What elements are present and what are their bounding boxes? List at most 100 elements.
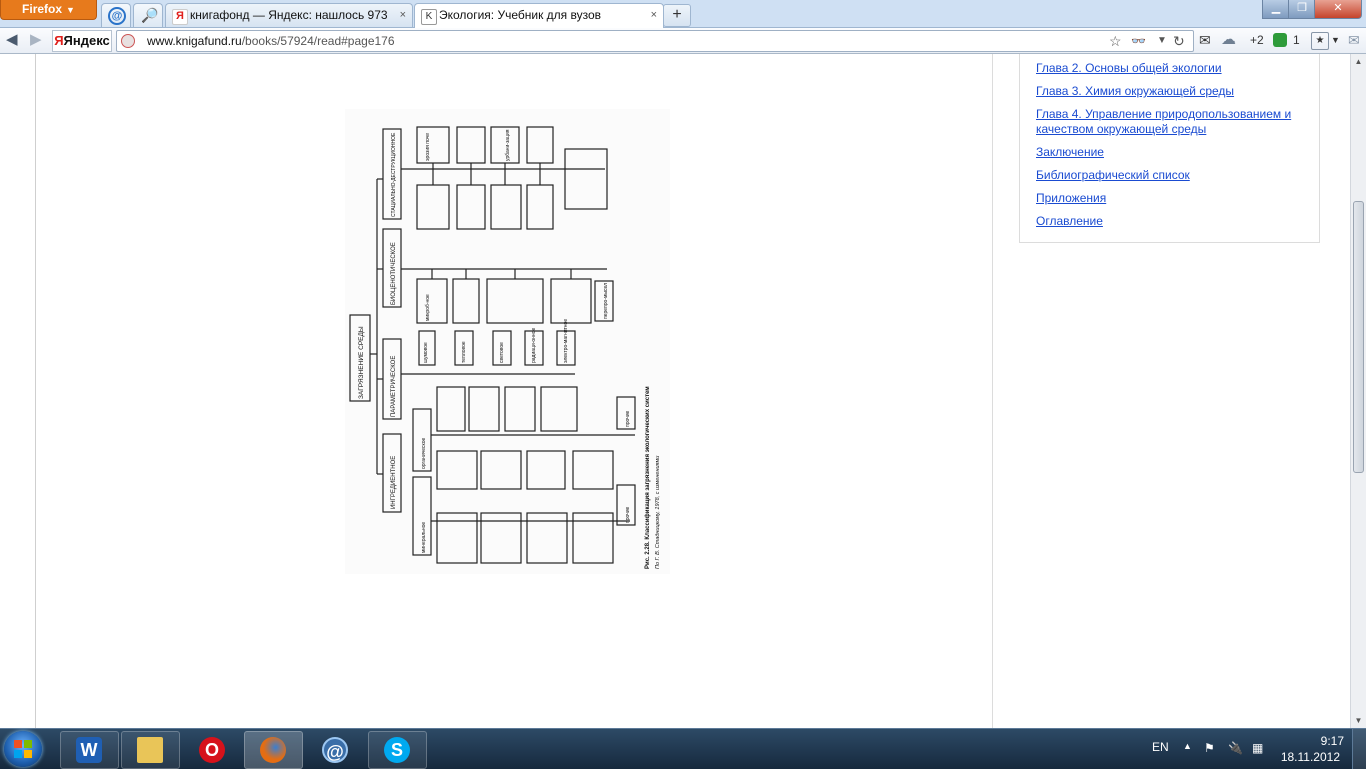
app-tab-search[interactable]: 🔎 bbox=[133, 3, 163, 27]
keyboard-language[interactable]: EN bbox=[1152, 740, 1169, 754]
weather-temperature[interactable]: +2 bbox=[1250, 31, 1264, 49]
toc-link-conclusion[interactable]: Заключение bbox=[1036, 145, 1311, 160]
table-of-contents-panel: Глава 2. Основы общей экологии Глава 3. … bbox=[1019, 54, 1320, 243]
reader-left-border bbox=[35, 54, 36, 728]
folder-icon bbox=[137, 737, 163, 763]
page-content: ЗАГРЯЗНЕНИЕ СРЕДЫ ИНГРЕДИЕНТНОЕ ПАРАМЕТР… bbox=[0, 54, 1350, 728]
url-domain: www.knigafund.ru bbox=[147, 34, 242, 48]
clock-time[interactable]: 9:17 bbox=[1284, 734, 1344, 749]
yandex-bar-label: Яндекс bbox=[63, 33, 110, 48]
url-path: /books/57924/read#page176 bbox=[241, 34, 395, 48]
taskbar-app-browser[interactable]: @ bbox=[306, 731, 365, 769]
minimize-button[interactable]: ▁ bbox=[1262, 0, 1290, 19]
scroll-down-arrow-icon[interactable]: ▼ bbox=[1351, 713, 1366, 728]
scrollbar-thumb[interactable] bbox=[1353, 201, 1364, 473]
navigation-toolbar: ◀ ▶ ЯЯндекс www.knigafund.ru/books/57924… bbox=[0, 28, 1366, 54]
windows-taskbar: W O @ S EN ▲ ⚑ 🔌 ▦ 9:17 18.11.2012 bbox=[0, 728, 1366, 769]
diagram-branch-label: ПАРАМЕТРИЧЕСКОЕ bbox=[391, 356, 397, 417]
back-arrow-icon[interactable]: ◀ bbox=[6, 31, 18, 49]
book-favicon-icon: K bbox=[421, 9, 437, 25]
book-page-scan: ЗАГРЯЗНЕНИЕ СРЕДЫ ИНГРЕДИЕНТНОЕ ПАРАМЕТР… bbox=[345, 109, 670, 574]
skype-icon: S bbox=[384, 737, 410, 763]
clock-date[interactable]: 18.11.2012 bbox=[1270, 750, 1340, 765]
url-text[interactable]: www.knigafund.ru/books/57924/read#page17… bbox=[147, 31, 395, 51]
browser-titlebar: Firefox ▼ @ 🔎 Я книгафонд — Яндекс: нашло… bbox=[0, 0, 1366, 28]
chevron-down-icon[interactable]: ▼ bbox=[1331, 31, 1340, 49]
tab-yandex-search[interactable]: Я книгафонд — Яндекс: нашлось 973 ... × bbox=[165, 3, 413, 27]
firefox-icon bbox=[260, 737, 286, 763]
tab-title: книгафонд — Яндекс: нашлось 973 ... bbox=[190, 8, 390, 22]
diagram-leaf-label: электро-магнитное bbox=[563, 319, 569, 363]
mail-toolbar-icon[interactable]: ✉ bbox=[1348, 31, 1360, 49]
address-bar[interactable]: www.knigafund.ru/books/57924/read#page17… bbox=[116, 30, 1194, 52]
toc-link-bibliography[interactable]: Библиографический список bbox=[1036, 168, 1311, 183]
new-tab-button[interactable]: + bbox=[663, 4, 691, 27]
start-button[interactable] bbox=[4, 731, 42, 767]
diagram-leaf-label: эрозия почв bbox=[425, 133, 431, 161]
notification-count[interactable]: 1 bbox=[1293, 31, 1300, 49]
scroll-up-arrow-icon[interactable]: ▲ bbox=[1351, 54, 1366, 69]
diagram-leaf-label: микроб-ное bbox=[425, 294, 431, 321]
glasses-icon[interactable]: 👓 bbox=[1131, 32, 1146, 50]
reload-icon[interactable]: ↻ bbox=[1173, 32, 1185, 50]
mail-envelope-icon[interactable]: ✉ bbox=[1199, 31, 1211, 49]
diagram-sublabel: органическое bbox=[421, 437, 427, 469]
opera-icon: O bbox=[199, 737, 225, 763]
close-tab-icon[interactable]: × bbox=[651, 4, 657, 27]
taskbar-app-skype[interactable]: S bbox=[368, 731, 427, 769]
tab-ecology-book[interactable]: K Экология: Учебник для вузов × bbox=[414, 3, 664, 28]
taskbar-app-word[interactable]: W bbox=[60, 731, 119, 769]
diagram-branch-label: ИНГРЕДИЕНТНОЕ bbox=[391, 456, 397, 509]
firefox-menu-label: Firefox bbox=[22, 2, 63, 16]
diagram-branch-label: СТАЦИАЛЬНО-ДЕСТРУКЦИОННОЕ bbox=[391, 132, 397, 217]
tab-title: Экология: Учебник для вузов bbox=[439, 8, 602, 22]
dropdown-arrow-icon[interactable]: ▼ bbox=[1157, 32, 1167, 50]
diagram-leaf-label: урбани-зация bbox=[505, 129, 511, 161]
at-browser-icon: @ bbox=[322, 737, 348, 763]
chevron-down-icon: ▼ bbox=[66, 5, 75, 15]
diagram-leaf-label: тепловое bbox=[461, 341, 467, 363]
toc-link-chapter-3[interactable]: Глава 3. Химия окружающей среды bbox=[1036, 84, 1311, 99]
diagram-leaf-label: световое bbox=[499, 342, 505, 363]
reader-right-border bbox=[992, 54, 993, 728]
taskbar-app-opera[interactable]: O bbox=[183, 731, 242, 769]
app-tab-mail[interactable]: @ bbox=[101, 3, 131, 27]
diagram-leaf-label: перепро-мысел bbox=[603, 283, 609, 319]
toc-link-chapter-2[interactable]: Глава 2. Основы общей экологии bbox=[1036, 61, 1311, 76]
bookmark-star-icon[interactable]: ☆ bbox=[1109, 32, 1122, 50]
magnifier-icon: 🔎 bbox=[141, 7, 159, 23]
taskbar-app-explorer[interactable] bbox=[121, 731, 180, 769]
forward-arrow-icon[interactable]: ▶ bbox=[30, 31, 42, 49]
bookmarks-star-icon[interactable]: ★ bbox=[1311, 32, 1329, 50]
close-tab-icon[interactable]: × bbox=[400, 4, 406, 27]
toc-link-chapter-4[interactable]: Глава 4. Управление природопользованием … bbox=[1036, 107, 1311, 137]
tray-expand-icon[interactable]: ▲ bbox=[1183, 741, 1192, 751]
taskbar-app-firefox[interactable] bbox=[244, 731, 303, 769]
restore-button[interactable]: ❐ bbox=[1288, 0, 1316, 19]
diagram-branch-label: БИОЦЕНОТИЧЕСКОЕ bbox=[391, 242, 397, 305]
page-scrollbar[interactable]: ▲ ▼ bbox=[1350, 54, 1366, 728]
toc-link-appendices[interactable]: Приложения bbox=[1036, 191, 1311, 206]
evernote-icon[interactable] bbox=[1273, 33, 1287, 47]
network-icon[interactable]: ▦ bbox=[1252, 741, 1263, 755]
diagram-leaf-label: прочие bbox=[625, 506, 631, 523]
diagram-leaf-label: шумовое bbox=[423, 342, 429, 363]
diagram-leaf-label: прочие bbox=[625, 410, 631, 427]
weather-cloud-icon[interactable]: ☁ bbox=[1221, 31, 1236, 49]
firefox-menu-button[interactable]: Firefox ▼ bbox=[0, 0, 97, 20]
figure-caption: Рис. 2.28. Классификация загрязнения эко… bbox=[644, 386, 651, 569]
mail-at-icon: @ bbox=[108, 7, 126, 25]
word-icon: W bbox=[76, 737, 102, 763]
windows-logo-icon bbox=[14, 740, 32, 758]
show-desktop-button[interactable] bbox=[1352, 729, 1366, 769]
toc-link-contents[interactable]: Оглавление bbox=[1036, 214, 1311, 229]
action-center-flag-icon[interactable]: ⚑ bbox=[1204, 741, 1215, 755]
power-icon[interactable]: 🔌 bbox=[1228, 741, 1243, 755]
site-identity-icon[interactable] bbox=[121, 34, 135, 48]
diagram-sublabel: минеральное bbox=[421, 522, 427, 553]
close-window-button[interactable]: ✕ bbox=[1314, 0, 1362, 19]
yandex-bar-logo[interactable]: ЯЯндекс bbox=[52, 30, 112, 52]
diagram-leaf-label: радиаци-онное bbox=[531, 328, 537, 363]
classification-diagram: ЗАГРЯЗНЕНИЕ СРЕДЫ ИНГРЕДИЕНТНОЕ ПАРАМЕТР… bbox=[349, 126, 661, 569]
yandex-favicon-icon: Я bbox=[172, 9, 188, 25]
